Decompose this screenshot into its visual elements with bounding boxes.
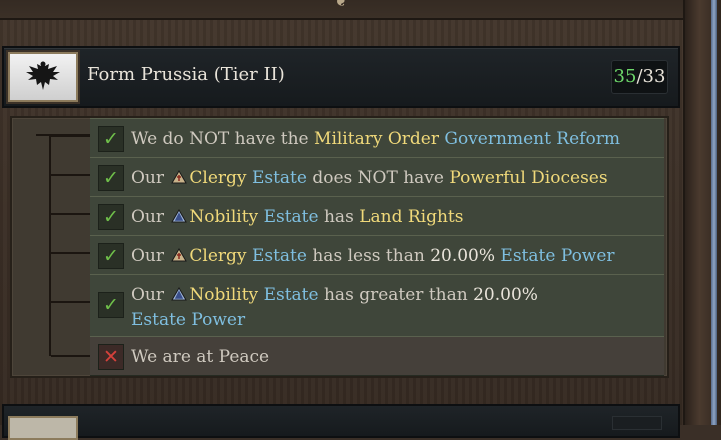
decision-header[interactable]: Form Prussia (Tier II) 35/33	[2, 46, 680, 108]
clergy-estate-icon	[171, 248, 188, 262]
highlight-term[interactable]: Military Order	[314, 129, 439, 149]
condition-fragment: has greater than	[318, 285, 474, 305]
condition-row[interactable]: ✓ Our Clergy Estate does NOT have Powerfu…	[90, 157, 664, 197]
tree-branch-line	[51, 355, 91, 357]
tree-branch-line	[51, 301, 91, 303]
flag-icon	[8, 416, 78, 440]
condition-fragment: Our	[131, 285, 170, 305]
condition-fragment: has less than	[306, 246, 431, 266]
condition-fragment: does NOT have	[306, 168, 450, 188]
condition-fragment: Our	[131, 246, 170, 266]
tooltip-term[interactable]: Government Reform	[444, 129, 620, 149]
nobility-estate-icon	[171, 209, 188, 223]
tree-trunk-line	[49, 135, 51, 356]
tooltip-term[interactable]: Estate	[252, 246, 307, 266]
requirement-counter: 35/33	[611, 60, 668, 94]
condition-fragment: Our	[131, 168, 170, 188]
tree-branch-line	[51, 135, 91, 137]
scrollbar-frame[interactable]	[683, 0, 721, 425]
condition-row[interactable]: ✓ Our Clergy Estate has less than 20.00% …	[90, 235, 664, 275]
tree-branch-line	[51, 174, 91, 176]
checkmark-icon: ✓	[98, 292, 124, 318]
condition-fragment: We do NOT have the	[131, 129, 315, 149]
condition-fragment: Our	[131, 207, 170, 227]
condition-row[interactable]: ✓ Our Nobility Estate has greater than 20…	[90, 274, 664, 337]
counter-box	[612, 416, 662, 430]
condition-text: Our Clergy Estate has less than 20.00% E…	[131, 244, 656, 269]
nobility-estate-icon	[171, 287, 188, 301]
ornament-icon: ❦	[334, 0, 348, 10]
condition-text: Our Nobility Estate has Land Rights	[131, 205, 656, 230]
decision-title: Form Prussia (Tier II)	[87, 64, 285, 85]
condition-row[interactable]: ✓ We do NOT have the Military Order Gover…	[90, 118, 664, 158]
highlight-term[interactable]: Powerful Dioceses	[449, 168, 607, 188]
condition-text: Our Nobility Estate has greater than 20.…	[131, 283, 656, 333]
tooltip-term[interactable]: Estate	[252, 168, 307, 188]
condition-text: Our Clergy Estate does NOT have Powerful…	[131, 166, 656, 191]
counter-total: 33	[642, 66, 666, 87]
checkmark-icon: ✓	[98, 204, 124, 230]
condition-row[interactable]: ✕ We are at Peace	[90, 336, 664, 376]
counter-current: 35	[613, 66, 637, 87]
checkmark-icon: ✓	[98, 126, 124, 152]
checkmark-icon: ✓	[98, 243, 124, 269]
clergy-estate-icon	[171, 170, 188, 184]
tree-branch-line	[51, 213, 91, 215]
tooltip-term[interactable]: Estate	[264, 207, 319, 227]
condition-row[interactable]: ✓ Our Nobility Estate has Land Rights	[90, 196, 664, 236]
next-decision-panel[interactable]	[2, 404, 680, 440]
highlight-term[interactable]: Clergy	[189, 168, 246, 188]
highlight-term[interactable]: Nobility	[189, 207, 258, 227]
condition-text: We are at Peace	[131, 345, 656, 370]
tooltip-term[interactable]: Estate	[264, 285, 319, 305]
highlight-term[interactable]: Land Rights	[359, 207, 463, 227]
tooltip-term[interactable]: Estate Power	[131, 310, 245, 330]
condition-fragment: has	[318, 207, 360, 227]
condition-fragment: 20.00%	[473, 285, 538, 305]
tooltip-term[interactable]: Estate Power	[500, 246, 614, 266]
highlight-term[interactable]: Nobility	[189, 285, 258, 305]
cross-icon: ✕	[98, 344, 124, 370]
highlight-term[interactable]: Clergy	[189, 246, 246, 266]
condition-fragment: 20.00%	[430, 246, 496, 266]
tree-branch-line	[51, 252, 91, 254]
condition-fragment: We are at Peace	[131, 347, 270, 367]
checkmark-icon: ✓	[98, 165, 124, 191]
condition-text: We do NOT have the Military Order Govern…	[131, 127, 656, 152]
black-eagle-flag-icon	[8, 52, 78, 102]
